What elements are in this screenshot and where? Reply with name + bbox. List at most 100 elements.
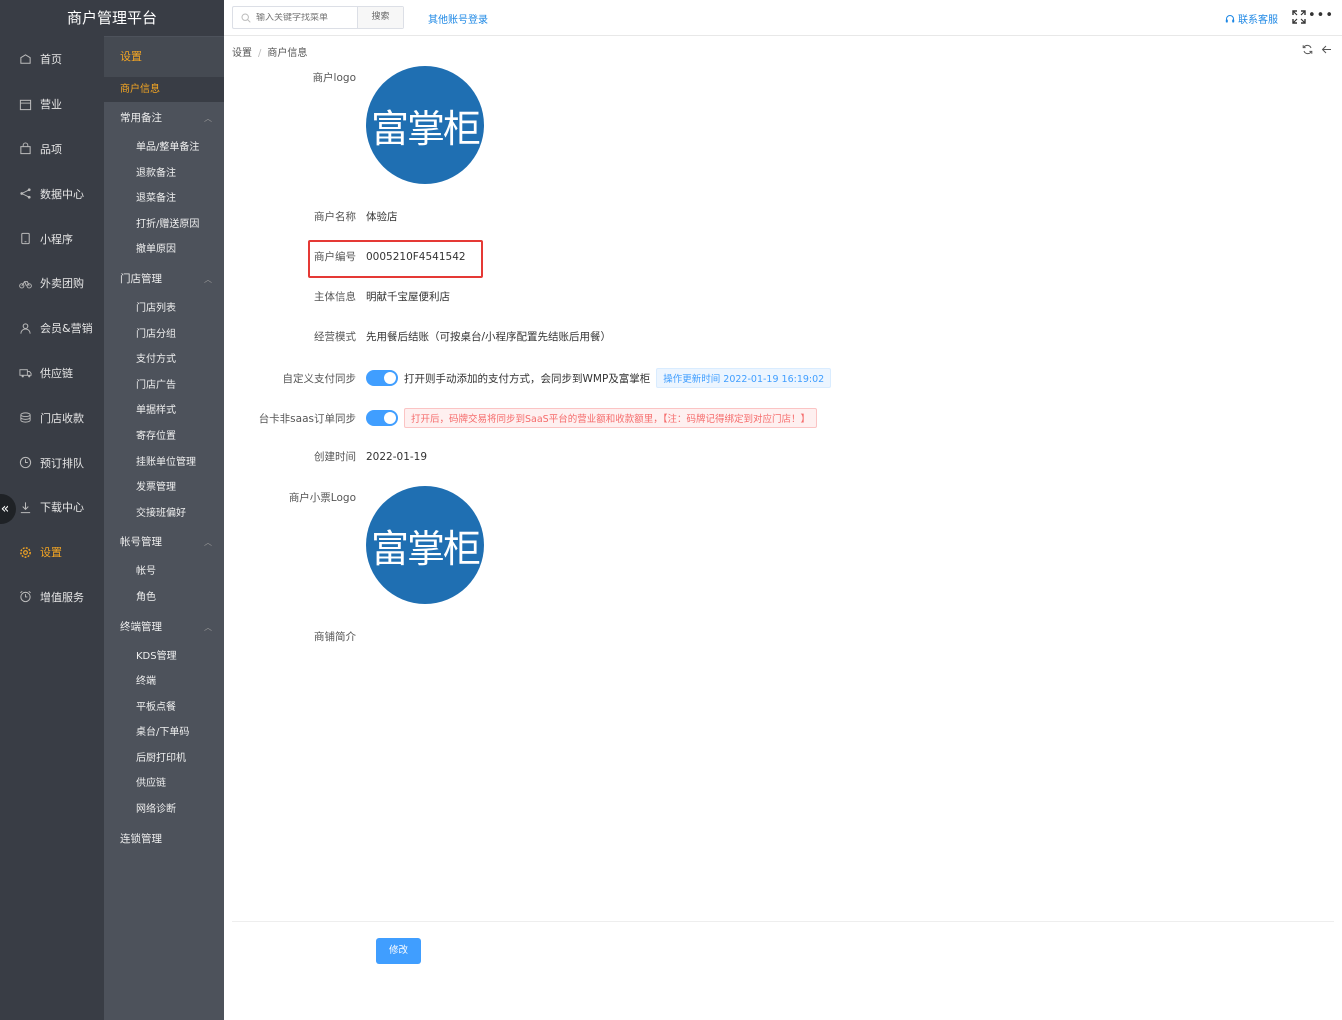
intro-row: 商铺简介: [224, 629, 1342, 644]
refresh-icon[interactable]: [1302, 44, 1313, 55]
sidebar-item[interactable]: KDS管理: [104, 644, 224, 670]
nav-item-1[interactable]: 营业: [0, 82, 104, 127]
name-row: 商户名称 体验店: [224, 209, 1342, 224]
sidebar-item[interactable]: 单据样式: [104, 398, 224, 424]
mode-label: 经营模式: [314, 331, 356, 343]
sidebar-item[interactable]: 桌台/下单码: [104, 720, 224, 746]
nav-item-7[interactable]: 供应链: [0, 351, 104, 396]
sidebar-item[interactable]: 挂账单位管理: [104, 450, 224, 476]
sidebar-item[interactable]: 供应链: [104, 771, 224, 797]
nav-item-4[interactable]: 小程序: [0, 216, 104, 261]
nav-item-label: 首页: [40, 53, 62, 67]
sidebar-group-label: 常用备注: [120, 112, 162, 124]
sidebar-item[interactable]: 帐号: [104, 559, 224, 585]
nav-item-6[interactable]: 会员&营销: [0, 306, 104, 351]
sidebar-item[interactable]: 门店广告: [104, 373, 224, 399]
sidebar-group-3[interactable]: 终端管理 ︿: [104, 611, 224, 644]
sidebar-item[interactable]: 支付方式: [104, 347, 224, 373]
alarm-icon: [20, 591, 31, 603]
logo-row: 商户logo 富掌柜: [224, 66, 1342, 184]
sidebar-item[interactable]: 门店分组: [104, 322, 224, 348]
intro-label: 商铺简介: [314, 631, 356, 643]
payment-sync-update-tag: 操作更新时间 2022-01-19 16:19:02: [656, 368, 832, 388]
saas-sync-label: 台卡非saas订单同步: [258, 412, 356, 425]
sidebar-item[interactable]: 平板点餐: [104, 695, 224, 721]
truck-icon: [19, 369, 32, 378]
sidebar-item[interactable]: 寄存位置: [104, 424, 224, 450]
nav-item-2[interactable]: 品项: [0, 127, 104, 172]
sidebar-item[interactable]: 单品/整单备注: [104, 135, 224, 161]
bag-icon: [20, 142, 31, 155]
sidebar-item[interactable]: 门店列表: [104, 296, 224, 322]
nav-item-label: 门店收款: [40, 411, 84, 425]
sidebar-item-merchant-info[interactable]: 商户信息: [104, 77, 224, 102]
gear-icon: [20, 546, 31, 558]
secondary-sidebar-title: 设置: [104, 37, 224, 77]
nav-item-9[interactable]: 预订排队: [0, 440, 104, 485]
saas-sync-toggle[interactable]: [366, 410, 398, 426]
sidebar-group-label: 终端管理: [120, 620, 162, 633]
download-icon: [20, 502, 31, 513]
sidebar-item[interactable]: 退款备注: [104, 161, 224, 187]
sidebar-group-2[interactable]: 帐号管理 ︿: [104, 526, 224, 559]
sidebar-item[interactable]: 撤单原因: [104, 237, 224, 263]
nav-item-label: 品项: [40, 142, 62, 156]
contact-support-link[interactable]: 联系客服: [1225, 11, 1278, 26]
nav-item-3[interactable]: 数据中心: [0, 171, 104, 216]
phone-icon: [21, 232, 30, 245]
breadcrumb-current: 商户信息: [267, 48, 308, 59]
nav-item-12[interactable]: 增值服务: [0, 575, 104, 620]
created-label: 创建时间: [314, 451, 356, 463]
sidebar-item[interactable]: 打折/赠送原因: [104, 212, 224, 238]
sidebar-group-label: 连锁管理: [120, 832, 162, 845]
nav-item-label: 下载中心: [40, 501, 84, 515]
nav-item-label: 增值服务: [40, 590, 84, 604]
logo-label: 商户logo: [312, 72, 356, 84]
nav-item-11[interactable]: 设置: [0, 530, 104, 575]
receipt-logo-row: 商户小票Logo 富掌柜: [224, 486, 1342, 604]
sidebar-group-4[interactable]: 连锁管理: [104, 823, 224, 856]
nav-item-5[interactable]: 外卖团购: [0, 261, 104, 306]
chevron-up-icon: ︿: [204, 274, 212, 284]
other-account-login-link[interactable]: 其他账号登录: [428, 11, 488, 26]
saas-sync-row: 台卡非saas订单同步 打开后，码牌交易将同步到SaaS平台的营业额和收款额里，…: [224, 408, 1342, 428]
more-icon[interactable]: •••: [1308, 8, 1334, 23]
mode-row: 经营模式 先用餐后结账（可按桌台/小程序配置先结账后用餐）: [224, 329, 1342, 344]
user-icon: [20, 323, 31, 334]
nav-item-8[interactable]: 门店收款: [0, 395, 104, 440]
sidebar-group-0[interactable]: 常用备注 ︿: [104, 102, 224, 135]
nav-item-label: 会员&营销: [40, 322, 93, 336]
nav-item-label: 营业: [40, 98, 62, 112]
sidebar-item[interactable]: 网络诊断: [104, 797, 224, 823]
sidebar-item[interactable]: 后厨打印机: [104, 746, 224, 772]
saas-sync-warning-tag: 打开后，码牌交易将同步到SaaS平台的营业额和收款额里，【注：码牌记得绑定到对应…: [404, 408, 817, 428]
search-button[interactable]: 搜索: [357, 7, 403, 28]
sidebar-item[interactable]: 发票管理: [104, 475, 224, 501]
nav-item-label: 供应链: [40, 366, 73, 380]
sidebar-group-label: 门店管理: [120, 272, 162, 285]
sidebar-item[interactable]: 退菜备注: [104, 186, 224, 212]
search-input[interactable]: [256, 12, 356, 23]
edit-button[interactable]: 修改: [376, 938, 421, 964]
footer-divider: [232, 921, 1334, 922]
nav-item-label: 外卖团购: [40, 277, 84, 291]
payment-sync-row: 自定义支付同步 打开则手动添加的支付方式，会同步到WMP及富掌柜 操作更新时间 …: [224, 368, 1342, 388]
sidebar-item[interactable]: 角色: [104, 585, 224, 611]
nav-item-0[interactable]: 首页: [0, 37, 104, 82]
back-arrow-icon[interactable]: [1321, 44, 1332, 55]
share-icon: [20, 188, 31, 199]
sidebar-item[interactable]: 交接班偏好: [104, 501, 224, 527]
clock-icon: [19, 456, 32, 469]
sidebar-group-1[interactable]: 门店管理 ︿: [104, 263, 224, 296]
name-label: 商户名称: [314, 211, 356, 223]
breadcrumb-root[interactable]: 设置: [232, 48, 252, 59]
sidebar-item[interactable]: 终端: [104, 669, 224, 695]
receipt-logo: 富掌柜: [366, 486, 484, 604]
page-tools: [1302, 44, 1332, 55]
created-row: 创建时间 2022-01-19: [224, 449, 1342, 464]
home-icon: [20, 54, 31, 64]
fullscreen-icon[interactable]: [1292, 10, 1306, 24]
nav-item-label: 数据中心: [40, 187, 84, 201]
breadcrumb: 设置 / 商户信息: [232, 48, 308, 59]
payment-sync-toggle[interactable]: [366, 370, 398, 386]
